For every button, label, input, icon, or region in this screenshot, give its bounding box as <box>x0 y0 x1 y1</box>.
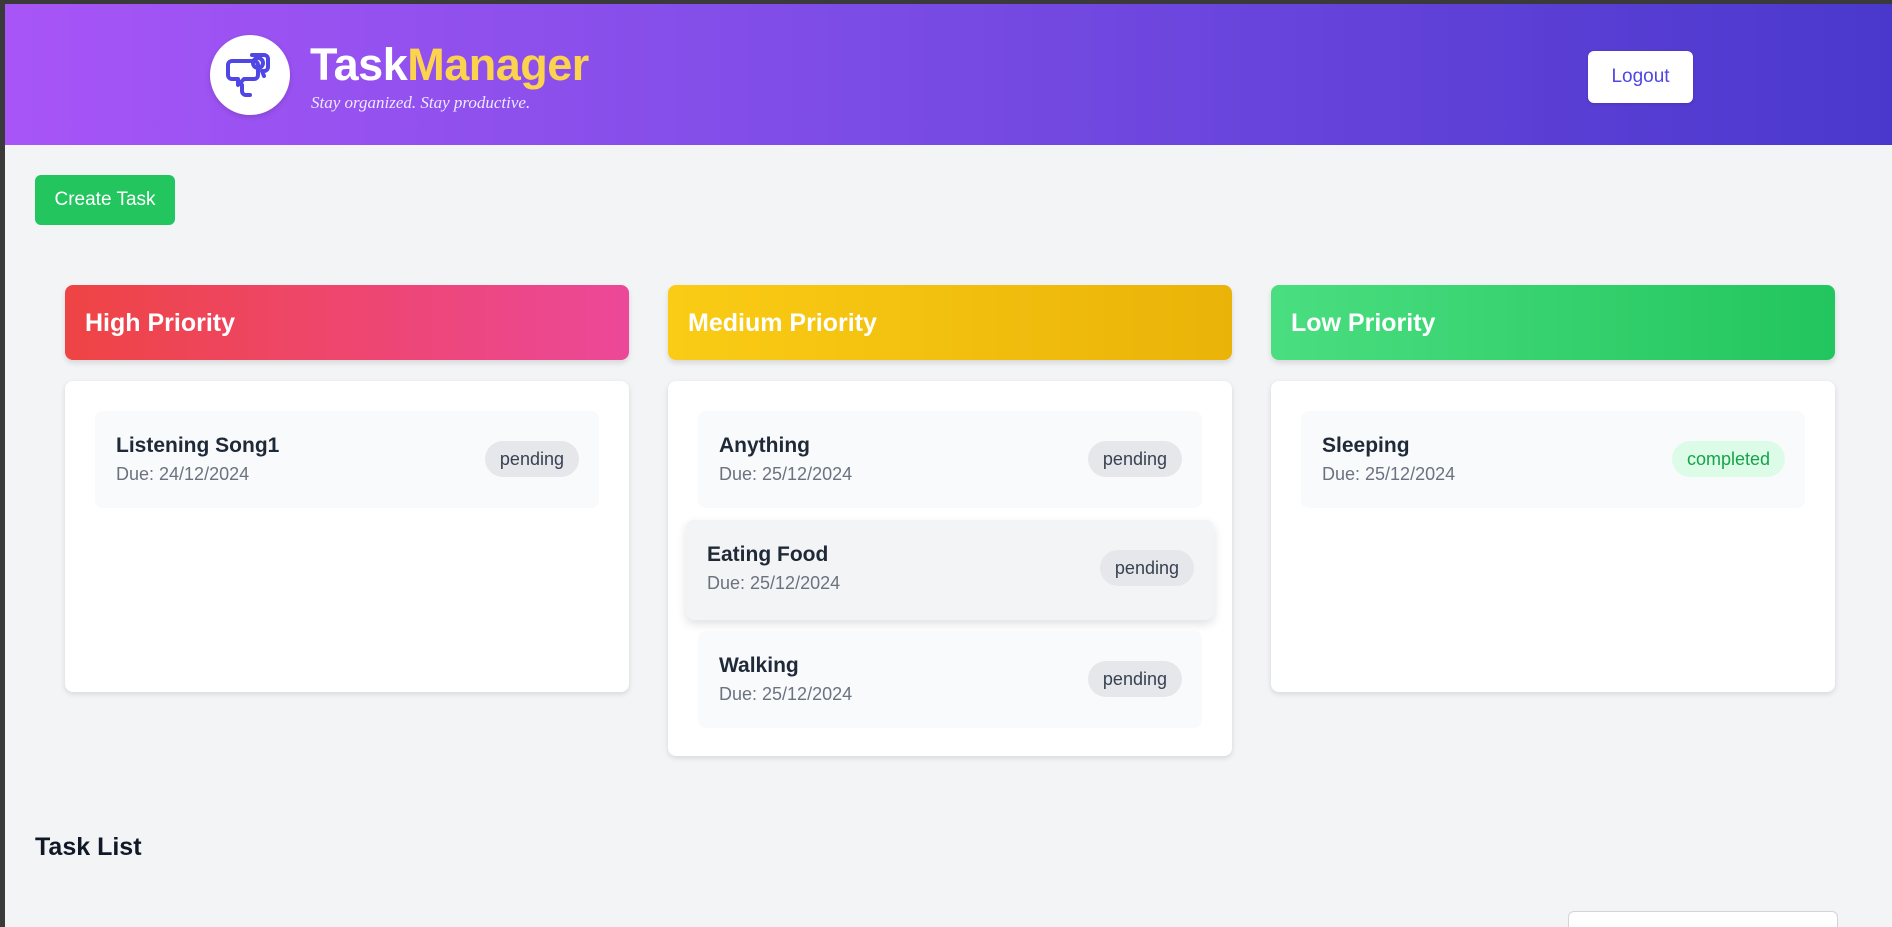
chat-bubbles-icon <box>226 53 270 97</box>
logout-button[interactable]: Logout <box>1588 51 1693 103</box>
task-title: Anything <box>719 434 810 457</box>
task-card[interactable]: Listening Song1 Due: 24/12/2024 pending <box>95 411 599 508</box>
task-title: Listening Song1 <box>116 434 280 457</box>
task-card[interactable]: Sleeping Due: 25/12/2024 completed <box>1301 411 1805 508</box>
task-due-date: Due: 24/12/2024 <box>116 464 250 484</box>
column-high: Listening Song1 Due: 24/12/2024 pending <box>65 381 629 692</box>
status-badge: pending <box>484 441 579 477</box>
create-task-button[interactable]: Create Task <box>35 175 175 225</box>
logo <box>210 35 290 115</box>
column-title: Medium Priority <box>688 309 877 337</box>
task-title: Walking <box>719 654 799 677</box>
column-header-low: Low Priority <box>1271 285 1835 360</box>
column-title: Low Priority <box>1291 309 1436 337</box>
task-card[interactable]: Walking Due: 25/12/2024 pending <box>698 631 1202 728</box>
app-title-part1: Task <box>310 39 408 90</box>
status-badge: pending <box>1087 661 1182 697</box>
task-title: Eating Food <box>707 543 829 566</box>
column-low: Sleeping Due: 25/12/2024 completed <box>1271 381 1835 692</box>
task-due-date: Due: 25/12/2024 <box>707 573 841 593</box>
status-badge: pending <box>1099 550 1194 586</box>
task-list-heading: Task List <box>35 833 142 861</box>
column-header-high: High Priority <box>65 285 629 360</box>
task-list-filter[interactable] <box>1568 911 1838 927</box>
task-title: Sleeping <box>1322 434 1410 457</box>
status-badge: pending <box>1087 441 1182 477</box>
app-title-part2: Manager <box>407 39 589 90</box>
column-header-medium: Medium Priority <box>668 285 1232 360</box>
task-due-date: Due: 25/12/2024 <box>719 684 853 704</box>
header-bar: TaskManager Stay organized. Stay product… <box>5 4 1892 145</box>
column-medium: Anything Due: 25/12/2024 pending Eating … <box>668 381 1232 756</box>
app-title: TaskManager <box>310 42 589 87</box>
app-window: TaskManager Stay organized. Stay product… <box>5 4 1892 927</box>
task-card[interactable]: Anything Due: 25/12/2024 pending <box>698 411 1202 508</box>
column-title: High Priority <box>85 309 236 337</box>
task-due-date: Due: 25/12/2024 <box>719 464 853 484</box>
task-due-date: Due: 25/12/2024 <box>1322 464 1456 484</box>
status-badge: completed <box>1671 441 1785 477</box>
task-card[interactable]: Eating Food Due: 25/12/2024 pending <box>686 520 1214 620</box>
tagline: Stay organized. Stay productive. <box>311 93 531 112</box>
